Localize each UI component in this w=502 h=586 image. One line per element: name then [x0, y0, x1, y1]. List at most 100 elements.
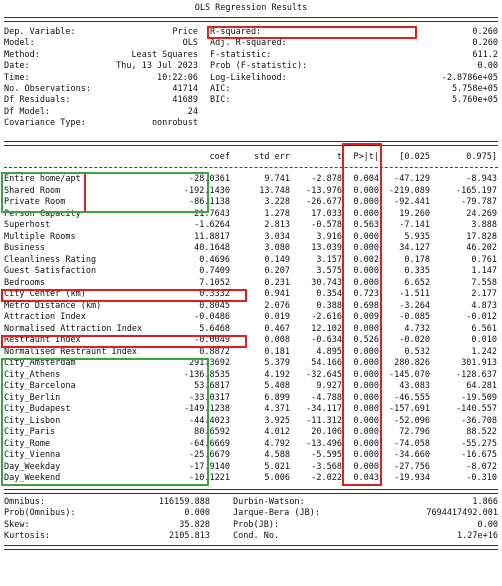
footer-right-label: Durbin-Watson:: [233, 497, 305, 507]
row-t: -0.634: [311, 335, 342, 345]
column-header: t: [336, 152, 342, 162]
row-hi: -128.637: [456, 369, 497, 380]
row-t: 4.895: [316, 346, 342, 357]
header-right-value: 5.758e+05: [451, 84, 498, 94]
row-stderr: 5.021: [264, 461, 290, 472]
header-right-value: 0.00: [477, 61, 498, 72]
row-name: Normalised Attraction Index: [4, 323, 143, 334]
row-hi: -8.072: [466, 461, 497, 472]
highlight-city-center: [1, 288, 247, 302]
row-hi: -79.787: [461, 197, 497, 207]
row-t: 13.039: [311, 243, 342, 253]
header-left-label: Time:: [4, 72, 30, 83]
header-left-value: 41714: [172, 84, 198, 94]
row-stderr: 5.006: [264, 473, 290, 483]
column-header: std err: [254, 152, 290, 162]
footer-right-value: 1.866: [472, 497, 498, 507]
row-hi: -19.509: [461, 392, 497, 403]
row-coef: 11.8817: [194, 231, 230, 242]
row-hi: 46.202: [466, 243, 497, 253]
row-name: Superhost: [4, 220, 51, 230]
separator-columns: [4, 167, 498, 168]
row-hi: 301.913: [461, 358, 497, 368]
row-stderr: 0.231: [264, 277, 290, 288]
footer-left-value: 116159.888: [158, 497, 210, 507]
row-stderr: 2.813: [264, 220, 290, 230]
row-stderr: 3.228: [264, 197, 290, 207]
row-t: -2.878: [311, 174, 342, 184]
row-stderr: 6.899: [264, 392, 290, 403]
highlight-p-column: [342, 143, 382, 486]
row-hi: 1.147: [471, 266, 497, 276]
row-t: 0.354: [316, 289, 342, 299]
header-left-value: 41689: [172, 95, 198, 106]
row-hi: -36.708: [461, 415, 497, 426]
row-hi: -55.275: [461, 438, 497, 449]
footer-right-value: 7694417492.001: [426, 508, 498, 519]
row-stderr: 0.207: [264, 266, 290, 276]
highlight-room-type: [1, 171, 209, 213]
footer-left-value: 0.000: [184, 508, 210, 519]
row-hi: 24.269: [466, 208, 497, 219]
header-right-label: Prob (F-statistic):: [210, 61, 308, 72]
row-t: 3.916: [316, 231, 342, 242]
header-left-label: Covariance Type:: [4, 118, 86, 129]
header-right-label: BIC:: [210, 95, 231, 106]
row-t: -34.117: [306, 404, 342, 414]
header-right-label: AIC:: [210, 84, 231, 94]
footer-left-label: Omnibus:: [4, 497, 45, 507]
row-stderr: 0.467: [264, 323, 290, 334]
row-t: -4.788: [311, 392, 342, 403]
header-right-value: -2.8786e+05: [441, 72, 498, 83]
row-stderr: 5.379: [264, 358, 290, 368]
row-name: Normalised Restraunt Index: [4, 346, 138, 357]
header-left-label: Dep. Variable:: [4, 27, 76, 37]
highlight-city-day-dummies: [1, 357, 209, 486]
column-header: coef: [209, 152, 230, 162]
row-t: -11.312: [306, 415, 342, 426]
row-hi: 64.281: [466, 381, 497, 391]
footer-left-label: Kurtosis:: [4, 531, 51, 542]
header-right-value: 611.2: [472, 49, 498, 60]
header-left-value: Least Squares: [131, 49, 198, 60]
header-right-label: Adj. R-squared:: [210, 38, 287, 49]
row-coef: 0.4696: [199, 254, 230, 265]
footer-right-label: Jarque-Bera (JB):: [233, 508, 320, 519]
footer-right-label: Prob(JB):: [233, 519, 280, 530]
row-t: 17.033: [311, 208, 342, 219]
header-left-label: No. Observations:: [4, 84, 91, 94]
header-right-value: 5.760e+05: [451, 95, 498, 106]
row-t: 54.166: [311, 358, 342, 368]
separator-footer: [4, 489, 498, 494]
header-left-label: Df Residuals:: [4, 95, 71, 106]
row-t: 12.102: [311, 323, 342, 334]
header-right-label: F-statistic:: [210, 49, 272, 60]
footer-left-value: 35.828: [179, 519, 210, 530]
row-coef: 0.8045: [199, 300, 230, 311]
column-header: 0.975]: [466, 152, 497, 162]
row-t: -13.496: [306, 438, 342, 449]
footer-left-value: 2105.813: [169, 531, 210, 542]
row-stderr: 9.741: [264, 174, 290, 184]
row-stderr: 3.080: [264, 243, 290, 253]
row-hi: 4.873: [471, 300, 497, 311]
row-t: 3.575: [316, 266, 342, 276]
row-stderr: 3.034: [264, 231, 290, 242]
footer-right-label: Cond. No.: [233, 531, 280, 542]
row-t: -26.677: [306, 197, 342, 207]
footer-left-label: Prob(Omnibus):: [4, 508, 76, 519]
row-t: 20.106: [311, 427, 342, 437]
row-t: 0.388: [316, 300, 342, 311]
row-t: -32.645: [306, 369, 342, 380]
header-left-value: Thu, 13 Jul 2023: [116, 61, 198, 72]
row-stderr: 4.192: [264, 369, 290, 380]
header-right-label: Log-Likelihood:: [210, 72, 287, 83]
row-t: 30.743: [311, 277, 342, 288]
row-coef: -1.6264: [194, 220, 230, 230]
row-t: -0.578: [311, 220, 342, 230]
row-stderr: 4.588: [264, 450, 290, 460]
row-stderr: 13.748: [259, 185, 290, 196]
row-name: Multiple Rooms: [4, 231, 76, 242]
row-hi: -165.197: [456, 185, 497, 196]
footer-left-label: Skew:: [4, 519, 30, 530]
